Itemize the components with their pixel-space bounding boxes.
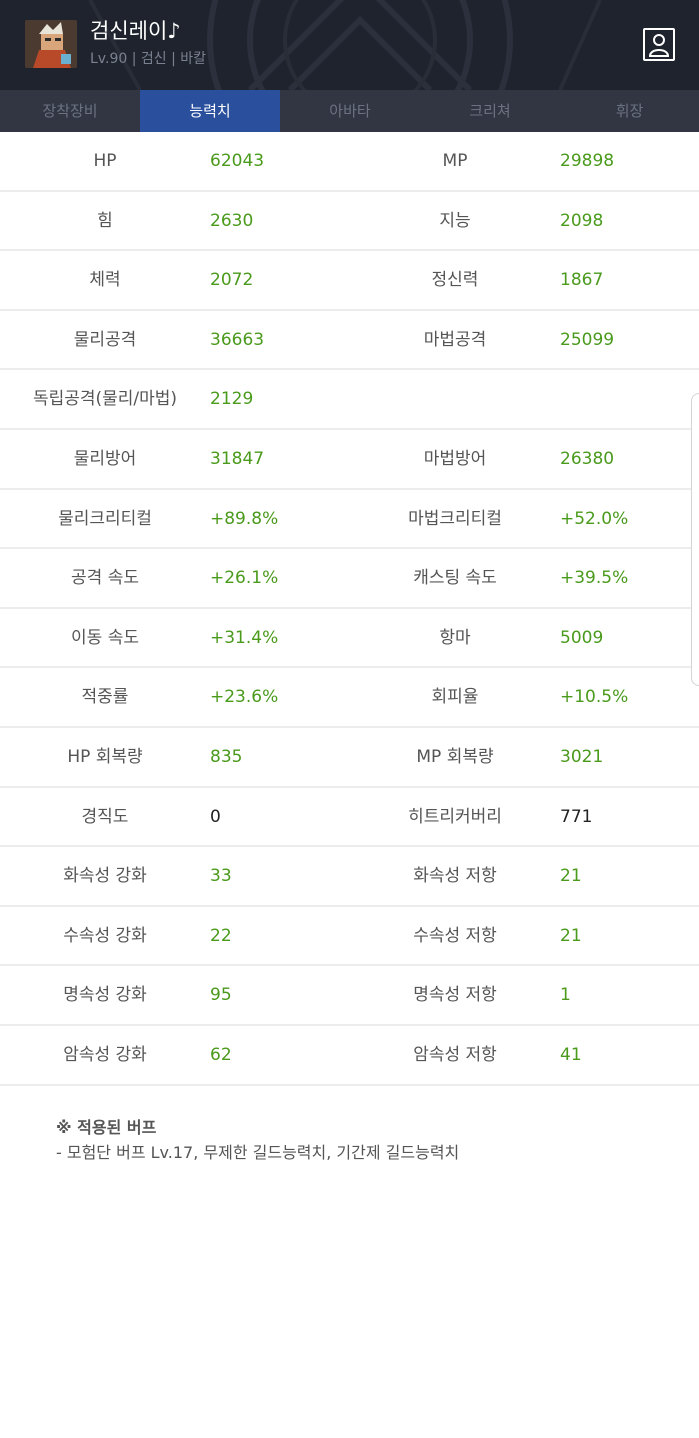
buff-description: - 모험단 버프 Lv.17, 무제한 길드능력치, 기간제 길드능력치 — [56, 1142, 460, 1162]
stat-label: 화속성 강화 — [63, 866, 147, 887]
stat-value: 25099 — [560, 329, 615, 350]
stat-value: 62043 — [210, 151, 265, 171]
stat-label: 적중률 — [81, 687, 129, 708]
table-row: 적중률 +23.6% 회피율 +10.5% — [0, 668, 699, 728]
profile-icon — [648, 34, 670, 57]
table-row: 물리방어 31847 마법방어 26380 — [0, 430, 699, 490]
stat-label: 물리공격 — [73, 329, 137, 350]
stat-label: 힘 — [97, 210, 113, 231]
stat-value: 2098 — [560, 210, 604, 231]
applied-buffs: ※ 적용된 버프 - 모험단 버프 Lv.17, 무제한 길드능력치, 기간제 … — [0, 1086, 699, 1166]
table-row: 암속성 강화 62 암속성 저항 41 — [0, 1026, 699, 1086]
stat-label — [350, 370, 560, 428]
tab-creature[interactable]: 크리쳐 — [420, 90, 560, 132]
stat-label: 암속성 강화 — [63, 1044, 147, 1065]
stat-label: 히트리커버리 — [408, 806, 502, 827]
stat-value: 0 — [210, 806, 221, 827]
stat-value: 5009 — [560, 627, 604, 648]
stat-value: 2129 — [210, 389, 254, 410]
stat-value: 2630 — [210, 210, 254, 231]
character-header: 검신레이♪ Lv.90 | 검신 | 바칼 — [0, 0, 699, 90]
stat-label: 명속성 저항 — [413, 985, 497, 1006]
stat-value: +31.4% — [210, 627, 279, 648]
stat-label: MP 회복량 — [416, 746, 494, 767]
buff-title: ※ 적용된 버프 — [56, 1117, 157, 1137]
stat-value: +52.0% — [560, 508, 629, 529]
stat-label: 마법크리티컬 — [408, 508, 502, 529]
stat-value: +39.5% — [560, 568, 629, 589]
tab-equipment[interactable]: 장착장비 — [0, 90, 140, 132]
stat-label: 물리방어 — [73, 448, 137, 469]
stat-label: 이동 속도 — [71, 627, 139, 648]
stat-value: 36663 — [210, 329, 265, 350]
stat-label: 회피율 — [431, 687, 479, 708]
stat-label: 명속성 강화 — [63, 985, 147, 1006]
stat-value: 41 — [560, 1044, 582, 1065]
table-row: HP 62043 MP 29898 — [0, 132, 699, 192]
stat-value: 31847 — [210, 448, 265, 469]
stats-table: HP 62043 MP 29898 힘 2630 지능 2098 체력 2072… — [0, 132, 699, 1086]
stat-label: 마법방어 — [423, 448, 487, 469]
table-row: 독립공격(물리/마법) 2129 — [0, 370, 699, 430]
character-avatar — [25, 20, 77, 68]
stat-value: 835 — [210, 746, 243, 767]
table-row: 힘 2630 지능 2098 — [0, 192, 699, 252]
stat-value: 21 — [560, 925, 582, 946]
stat-value: +10.5% — [560, 687, 629, 708]
table-row: 이동 속도 +31.4% 항마 5009 — [0, 609, 699, 669]
stat-label: MP — [442, 151, 468, 171]
table-row: 물리크리티컬 +89.8% 마법크리티컬 +52.0% — [0, 490, 699, 550]
table-row: 명속성 강화 95 명속성 저항 1 — [0, 966, 699, 1026]
stat-value: 21 — [560, 866, 582, 887]
stat-label: 캐스팅 속도 — [413, 568, 497, 589]
stat-value: 29898 — [560, 151, 615, 171]
stat-value — [560, 370, 699, 428]
tab-bar: 장착장비 능력치 아바타 크리쳐 휘장 — [0, 90, 699, 132]
stat-label: 경직도 — [81, 806, 129, 827]
stat-value: 62 — [210, 1044, 232, 1065]
table-row: 경직도 0 히트리커버리 771 — [0, 788, 699, 848]
table-row: 물리공격 36663 마법공격 25099 — [0, 311, 699, 371]
table-row: 수속성 강화 22 수속성 저항 21 — [0, 907, 699, 967]
stat-value: +89.8% — [210, 508, 279, 529]
stat-label: 물리크리티컬 — [58, 508, 152, 529]
stat-value: 1867 — [560, 270, 604, 291]
stat-label: HP 회복량 — [67, 746, 143, 767]
table-row: HP 회복량 835 MP 회복량 3021 — [0, 728, 699, 788]
stat-label: 항마 — [439, 627, 471, 648]
stat-label: 수속성 저항 — [413, 925, 497, 946]
character-avatar-icon — [25, 20, 77, 68]
stat-label: 정신력 — [431, 270, 479, 291]
table-row: 체력 2072 정신력 1867 — [0, 251, 699, 311]
stat-value: +23.6% — [210, 687, 279, 708]
table-row: 공격 속도 +26.1% 캐스팅 속도 +39.5% — [0, 549, 699, 609]
stat-label: 공격 속도 — [71, 568, 139, 589]
stat-label: 지능 — [439, 210, 471, 231]
stat-value: 771 — [560, 806, 593, 827]
stat-label: 체력 — [89, 270, 121, 291]
stat-value: 1 — [560, 985, 571, 1006]
stat-value: 26380 — [560, 448, 615, 469]
stat-label: 마법공격 — [423, 329, 487, 350]
tab-avatar[interactable]: 아바타 — [280, 90, 420, 132]
tab-stats[interactable]: 능력치 — [140, 90, 280, 132]
stat-value: 2072 — [210, 270, 254, 291]
character-name: 검신레이♪ — [90, 19, 181, 43]
stat-value: 33 — [210, 866, 232, 887]
profile-button[interactable] — [643, 28, 675, 61]
stat-label: 화속성 저항 — [413, 866, 497, 887]
stat-label: 독립공격(물리/마법) — [32, 389, 178, 410]
stat-value: 95 — [210, 985, 232, 1006]
tab-emblem[interactable]: 휘장 — [560, 90, 699, 132]
stat-label: 수속성 강화 — [63, 925, 147, 946]
stat-value: 3021 — [560, 746, 604, 767]
stat-label: HP — [93, 151, 117, 171]
stat-label: 암속성 저항 — [413, 1044, 497, 1065]
stat-value: 22 — [210, 925, 232, 946]
character-level-class-server: Lv.90 | 검신 | 바칼 — [90, 51, 207, 67]
scroll-handle[interactable] — [691, 393, 699, 686]
table-row: 화속성 강화 33 화속성 저항 21 — [0, 847, 699, 907]
stat-value: +26.1% — [210, 568, 279, 589]
